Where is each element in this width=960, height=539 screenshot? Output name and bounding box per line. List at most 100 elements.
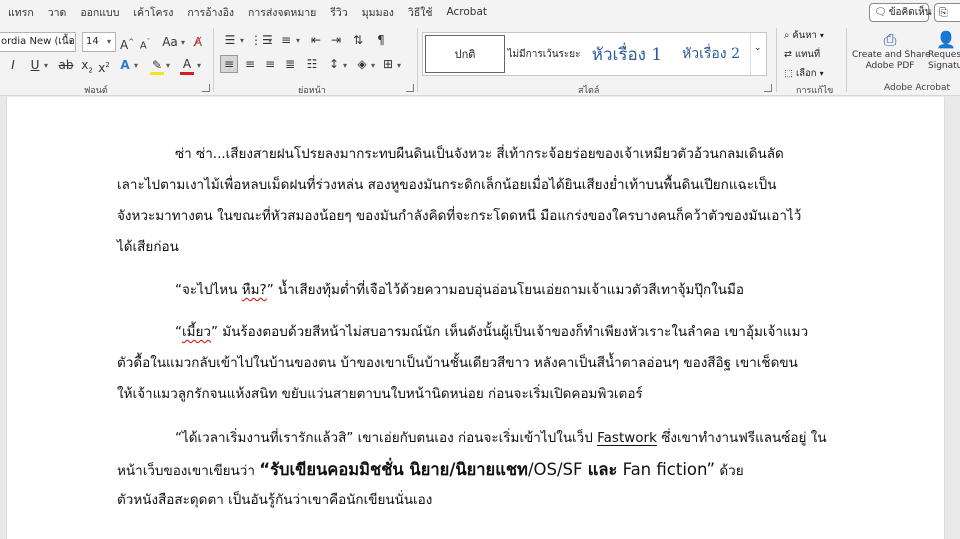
styles-gallery: ปกติ ไม่มีการเว้นระยะ หัวเรื่อง 1 หัวเรื… <box>422 32 767 76</box>
text-line: ได้เสียก่อน <box>117 239 179 255</box>
text-run: “จะไปไหน <box>175 282 242 298</box>
borders-dropdown-icon[interactable]: ▾ <box>397 61 401 70</box>
document-page[interactable]: ซ่า ซ่า...เสียงสายฝนโปรยลงมากระทบผืนดินเ… <box>6 97 945 539</box>
grow-font-icon[interactable]: A^ <box>120 34 134 53</box>
bullets-icon[interactable]: ☰ <box>222 32 238 48</box>
text-run: หน้าเว็บของเขาเขียนว่า <box>117 463 260 479</box>
shading-icon[interactable]: ◈ <box>354 56 370 72</box>
tab-help[interactable]: วิธีใช้ <box>408 4 433 21</box>
select-button[interactable]: ⬚ เลือก ▾ <box>784 66 824 81</box>
underline-icon[interactable]: U <box>28 57 42 73</box>
tab-acrobat[interactable]: Acrobat <box>447 6 488 18</box>
find-button[interactable]: ⌕ ค้นหา ▾ <box>784 28 824 43</box>
text-run: ซึ่งเขาทำงานฟรีแลนซ์อยู่ ใน <box>656 430 827 446</box>
change-case-icon[interactable]: Aa <box>160 34 180 50</box>
font-color-bar <box>180 72 194 75</box>
editing-group-label: การแก้ไข <box>796 86 834 96</box>
change-case-dropdown-icon[interactable]: ▾ <box>181 38 185 47</box>
tab-view[interactable]: มุมมอง <box>362 4 394 21</box>
font-size-dropdown-icon[interactable]: ▾ <box>107 37 111 46</box>
text-line: “เมี้ยว” มันร้องตอบด้วยสีหน้าไม่สบอารมณ์… <box>117 317 837 348</box>
clear-formatting-icon[interactable]: A̸ <box>190 34 206 50</box>
tab-mailings[interactable]: การส่งจดหมาย <box>248 4 316 21</box>
font-name-dropdown-icon[interactable]: ▾ <box>69 37 73 46</box>
find-label: ค้นหา <box>792 30 817 41</box>
show-formatting-icon[interactable]: ¶ <box>374 32 388 48</box>
tab-review[interactable]: รีวิว <box>330 4 347 21</box>
superscript-icon[interactable]: x2 <box>97 57 111 76</box>
highlight-icon[interactable]: ✎ <box>149 57 165 73</box>
style-normal[interactable]: ปกติ <box>425 35 505 73</box>
tab-layout[interactable]: เค้าโครง <box>133 4 173 21</box>
comments-button[interactable]: 🗨 ข้อคิดเห็น <box>869 3 932 22</box>
create-share-pdf-button[interactable]: ⎙ Create and Share Adobe PDF <box>852 30 931 72</box>
decrease-indent-icon[interactable]: ⇤ <box>308 32 324 48</box>
share-button[interactable]: ⎘ <box>934 3 960 22</box>
text-effects-icon[interactable]: A <box>117 57 133 73</box>
create-pdf-icon: ⎙ <box>883 30 897 49</box>
font-name-box[interactable]: ordia New (เนื้อความ <box>0 32 76 52</box>
line-spacing-icon[interactable]: ↕ <box>326 56 342 72</box>
align-center-icon[interactable]: ≡ <box>242 56 258 72</box>
text-run: “ได้เวลาเริ่มงานที่เรารักแล้วสิ” เขาเอ่ย… <box>175 430 598 446</box>
justify-icon[interactable]: ≣ <box>282 56 298 72</box>
shading-dropdown-icon[interactable]: ▾ <box>371 61 375 70</box>
numbering-dropdown-icon[interactable]: ▾ <box>268 36 272 45</box>
chevron-down-icon[interactable]: ⌄ <box>754 43 762 53</box>
tab-insert[interactable]: แทรก <box>8 4 34 21</box>
styles-dialog-launcher[interactable] <box>764 84 772 92</box>
increase-indent-icon[interactable]: ⇥ <box>328 32 344 48</box>
group-divider <box>776 28 777 92</box>
text-line: ซ่า ซ่า...เสียงสายฝนโปรยลงมากระทบผืนดินเ… <box>175 146 784 162</box>
numbering-icon[interactable]: ⋮☰ <box>250 32 273 48</box>
spelling-error-word: เมี้ยว <box>182 324 212 340</box>
bold-run: และ <box>587 460 618 479</box>
tab-references[interactable]: การอ้างอิง <box>187 4 234 21</box>
chevron-down-icon: ▾ <box>819 69 824 78</box>
text-run: ด้วย <box>715 463 744 479</box>
bullets-dropdown-icon[interactable]: ▾ <box>240 36 244 45</box>
distributed-icon[interactable]: ☷ <box>304 56 320 72</box>
shrink-font-icon[interactable]: Aˇ <box>138 34 152 54</box>
replace-button[interactable]: ⇄ แทนที่ <box>784 47 820 62</box>
create-share-line2: Adobe PDF <box>865 61 915 71</box>
subscript-icon[interactable]: x2 <box>80 57 94 78</box>
font-group: ordia New (เนื้อความ ▾ 14 ▾ A^ Aˇ Aa ▾ A… <box>0 24 212 96</box>
large-run: Fan fiction” <box>617 460 716 479</box>
paragraph-group-label: ย่อหน้า <box>298 86 326 96</box>
sort-icon[interactable]: ⇅ <box>350 32 366 48</box>
text-run: ” น้ำเสียงทุ้มต่ำที่เจือไว้ด้วยความอบอุ่… <box>266 282 745 298</box>
highlight-dropdown-icon[interactable]: ▾ <box>166 61 170 70</box>
style-no-spacing[interactable]: ไม่มีการเว้นระยะ <box>507 35 581 73</box>
text-line: จังหวะมาทางตน ในขณะที่หัวสมองน้อยๆ ของมั… <box>117 208 802 224</box>
spelling-error-word: หืม? <box>241 282 267 298</box>
paragraph-2: “จะไปไหน หืม?” น้ำเสียงทุ้มต่ำที่เจือไว้… <box>117 275 837 306</box>
text-effects-dropdown-icon[interactable]: ▾ <box>134 61 138 70</box>
select-icon: ⬚ <box>784 68 793 79</box>
borders-icon[interactable]: ⊞ <box>380 56 396 72</box>
tab-design[interactable]: ออกแบบ <box>80 4 119 21</box>
multilevel-dropdown-icon[interactable]: ▾ <box>296 36 300 45</box>
style-heading-2[interactable]: หัวเรื่อง 2 <box>673 35 749 73</box>
styles-group-label: สไตล์ <box>578 86 600 96</box>
paragraph-dialog-launcher[interactable] <box>406 84 414 92</box>
acrobat-group-label: Adobe Acrobat <box>884 83 951 93</box>
font-dialog-launcher[interactable] <box>202 84 210 92</box>
italic-icon[interactable]: I <box>7 57 19 73</box>
paragraph-1: ซ่า ซ่า...เสียงสายฝนโปรยลงมากระทบผืนดินเ… <box>117 139 837 263</box>
font-color-dropdown-icon[interactable]: ▾ <box>197 61 201 70</box>
styles-gallery-scroll[interactable]: ⌄ <box>750 33 766 75</box>
paragraph-group: ☰ ▾ ⋮☰ ▾ ≡ ▾ ⇤ ⇥ ⇅ ¶ ≡ ≡ ≡ ≣ ☷ ↕ ▾ ◈ ▾ ⊞… <box>216 24 416 96</box>
tab-draw[interactable]: วาด <box>48 4 67 21</box>
align-right-icon[interactable]: ≡ <box>262 56 278 72</box>
request-signatures-button[interactable]: 👤 Reques Signatur <box>928 30 960 72</box>
editing-group: ⌕ ค้นหา ▾ ⇄ แทนที่ ⬚ เลือก ▾ การแก้ไข <box>780 24 846 96</box>
strikethrough-icon[interactable]: ab <box>58 57 74 73</box>
font-color-icon[interactable]: A <box>180 56 194 72</box>
style-heading-1[interactable]: หัวเรื่อง 1 <box>585 35 669 73</box>
underline-dropdown-icon[interactable]: ▾ <box>44 61 48 70</box>
line-spacing-dropdown-icon[interactable]: ▾ <box>343 61 347 70</box>
align-left-icon[interactable]: ≡ <box>220 55 238 73</box>
multilevel-list-icon[interactable]: ≡ <box>278 32 294 48</box>
underlined-word: Fastwork <box>597 430 657 446</box>
